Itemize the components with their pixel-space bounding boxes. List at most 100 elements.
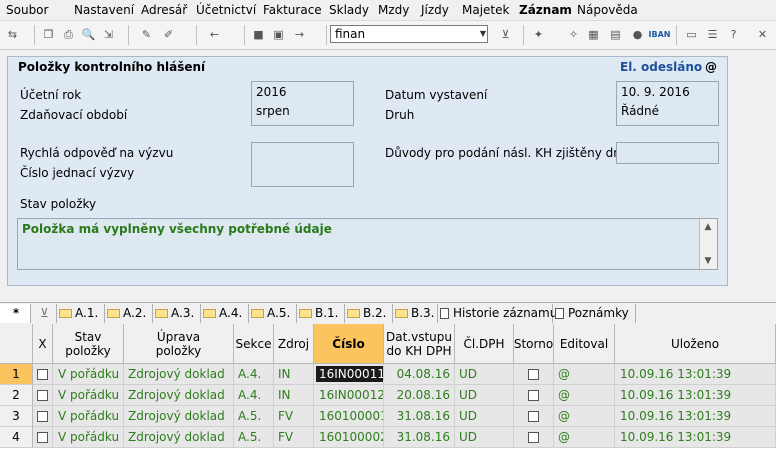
checkbox[interactable] xyxy=(528,390,539,401)
cell-zdroj[interactable]: IN xyxy=(274,385,314,406)
checkbox[interactable] xyxy=(37,432,48,443)
vertical-scrollbar[interactable]: ▲ ▼ xyxy=(699,219,717,269)
tab-b1[interactable]: B.1. xyxy=(297,304,345,323)
tab-a1[interactable]: A.1. xyxy=(57,304,105,323)
header-stav[interactable]: Stav položky xyxy=(53,324,124,364)
copy-icon[interactable]: ❐ xyxy=(40,26,57,43)
forward-icon[interactable]: → xyxy=(291,26,308,43)
storno-checkbox[interactable] xyxy=(514,427,554,448)
cell-uprava[interactable]: Zdrojový doklad xyxy=(124,364,234,385)
storno-checkbox[interactable] xyxy=(514,406,554,427)
cell-zdroj[interactable]: FV xyxy=(274,406,314,427)
header-cislo[interactable]: Číslo xyxy=(314,324,384,364)
header-datum[interactable]: Dat.vstupu do KH DPH xyxy=(384,324,455,364)
cell-cl[interactable]: UD xyxy=(455,427,514,448)
header-ulozeno[interactable]: Uloženo xyxy=(615,324,776,364)
menu-adresar[interactable]: Adresář xyxy=(141,3,187,17)
cell-stav[interactable]: V pořádku xyxy=(53,364,124,385)
checkbox[interactable] xyxy=(528,411,539,422)
stav-textarea[interactable]: Položka má vyplněny všechny potřebné úda… xyxy=(17,218,718,270)
cell-ulozeno[interactable]: 10.09.16 13:01:39 xyxy=(615,385,776,406)
window-icon[interactable]: ▭ xyxy=(683,26,700,43)
tab-a3[interactable]: A.3. xyxy=(153,304,201,323)
edit-icon[interactable]: ✎ xyxy=(138,26,155,43)
print-icon[interactable]: ⎙ xyxy=(60,26,77,43)
select-checkbox[interactable] xyxy=(33,364,53,385)
scroll-down-icon[interactable]: ▼ xyxy=(700,253,716,269)
table-row[interactable]: 3 V pořádku Zdrojový doklad A.5. FV 160100001… xyxy=(0,406,776,427)
list-icon[interactable]: ☰ xyxy=(704,26,721,43)
cell-edit[interactable]: @ xyxy=(554,364,615,385)
tab-b2[interactable]: B.2. xyxy=(345,304,393,323)
search-input[interactable]: finan xyxy=(330,25,488,43)
duvody-field[interactable] xyxy=(616,142,719,164)
tab-a4[interactable]: A.4. xyxy=(201,304,249,323)
cell-sekce[interactable]: A.5. xyxy=(234,427,274,448)
tab-filter[interactable]: ⊻ xyxy=(31,304,57,323)
menu-fakturace[interactable]: Fakturace xyxy=(263,3,322,17)
tab-historie[interactable]: Historie záznamu xyxy=(438,304,557,323)
vyzva-field[interactable] xyxy=(251,142,354,187)
menu-mzdy[interactable]: Mzdy xyxy=(378,3,409,17)
cell-stav[interactable]: V pořádku xyxy=(53,406,124,427)
select-checkbox[interactable] xyxy=(33,385,53,406)
cell-datum[interactable]: 20.08.16 xyxy=(384,385,455,406)
chevron-down-icon[interactable]: ▼ xyxy=(478,26,488,42)
cell-edit[interactable]: @ xyxy=(554,406,615,427)
cell-ulozeno[interactable]: 10.09.16 13:01:39 xyxy=(615,427,776,448)
filter-icon[interactable]: ⊻ xyxy=(497,26,514,43)
checkbox[interactable] xyxy=(37,369,48,380)
calculator-icon[interactable]: ▦ xyxy=(585,26,602,43)
tab-poznamky[interactable]: Poznámky xyxy=(553,304,636,323)
cell-cislo[interactable]: 160100001 xyxy=(314,406,384,427)
coins-icon[interactable]: ● xyxy=(629,26,646,43)
status-badge[interactable]: El. odesláno xyxy=(620,60,702,74)
header-zdroj[interactable]: Zdroj xyxy=(274,324,314,364)
header-uprava[interactable]: Úprava položky xyxy=(124,324,234,364)
save-as-icon[interactable]: ▣ xyxy=(270,26,287,43)
cell-sekce[interactable]: A.4. xyxy=(234,385,274,406)
header-sekce[interactable]: Sekce xyxy=(234,324,274,364)
tab-a5[interactable]: A.5. xyxy=(249,304,297,323)
bookmark-icon[interactable]: ✦ xyxy=(530,26,547,43)
menu-majetek[interactable]: Majetek xyxy=(462,3,509,17)
cell-cl[interactable]: UD xyxy=(455,385,514,406)
datum-field[interactable]: 10. 9. 2016 Řádné xyxy=(616,81,719,126)
storno-checkbox[interactable] xyxy=(514,364,554,385)
navigate-icon[interactable]: ⇆ xyxy=(4,26,21,43)
table-row[interactable]: 4 V pořádku Zdrojový doklad A.5. FV 160100002… xyxy=(0,427,776,448)
scroll-up-icon[interactable]: ▲ xyxy=(700,219,716,235)
storno-checkbox[interactable] xyxy=(514,385,554,406)
cell-cislo[interactable]: 160100002 xyxy=(314,427,384,448)
tab-all[interactable]: * xyxy=(0,304,31,323)
cell-zdroj[interactable]: IN xyxy=(274,364,314,385)
cell-uprava[interactable]: Zdrojový doklad xyxy=(124,385,234,406)
select-checkbox[interactable] xyxy=(33,427,53,448)
table-row[interactable]: 2 V pořádku Zdrojový doklad A.4. IN 16IN00012… xyxy=(0,385,776,406)
cell-n[interactable]: 3 xyxy=(0,406,33,427)
cell-cislo[interactable]: 16IN00011 xyxy=(314,364,384,385)
header-cldph[interactable]: Čl.DPH xyxy=(455,324,514,364)
select-checkbox[interactable] xyxy=(33,406,53,427)
table-row[interactable]: 1 V pořádku Zdrojový doklad A.4. IN 16IN00011… xyxy=(0,364,776,385)
menu-napoveda[interactable]: Nápověda xyxy=(577,3,638,17)
cell-cl[interactable]: UD xyxy=(455,364,514,385)
header-editoval[interactable]: Editoval xyxy=(554,324,615,364)
iban-icon[interactable]: IBAN xyxy=(649,26,671,43)
close-icon[interactable]: ✕ xyxy=(754,26,771,43)
checkbox[interactable] xyxy=(528,369,539,380)
tools-icon[interactable]: ✐ xyxy=(160,26,177,43)
save-icon[interactable]: ■ xyxy=(250,26,267,43)
checkbox[interactable] xyxy=(528,432,539,443)
menu-nastaveni[interactable]: Nastavení xyxy=(74,3,134,17)
cell-n[interactable]: 4 xyxy=(0,427,33,448)
cell-zdroj[interactable]: FV xyxy=(274,427,314,448)
cell-uprava[interactable]: Zdrojový doklad xyxy=(124,427,234,448)
cell-stav[interactable]: V pořádku xyxy=(53,385,124,406)
menu-ucetnictvi[interactable]: Účetnictví xyxy=(196,3,256,17)
cell-uprava[interactable]: Zdrojový doklad xyxy=(124,406,234,427)
cell-sekce[interactable]: A.4. xyxy=(234,364,274,385)
cell-ulozeno[interactable]: 10.09.16 13:01:39 xyxy=(615,364,776,385)
cell-cislo[interactable]: 16IN00012 xyxy=(314,385,384,406)
money-icon[interactable]: ✧ xyxy=(565,26,582,43)
